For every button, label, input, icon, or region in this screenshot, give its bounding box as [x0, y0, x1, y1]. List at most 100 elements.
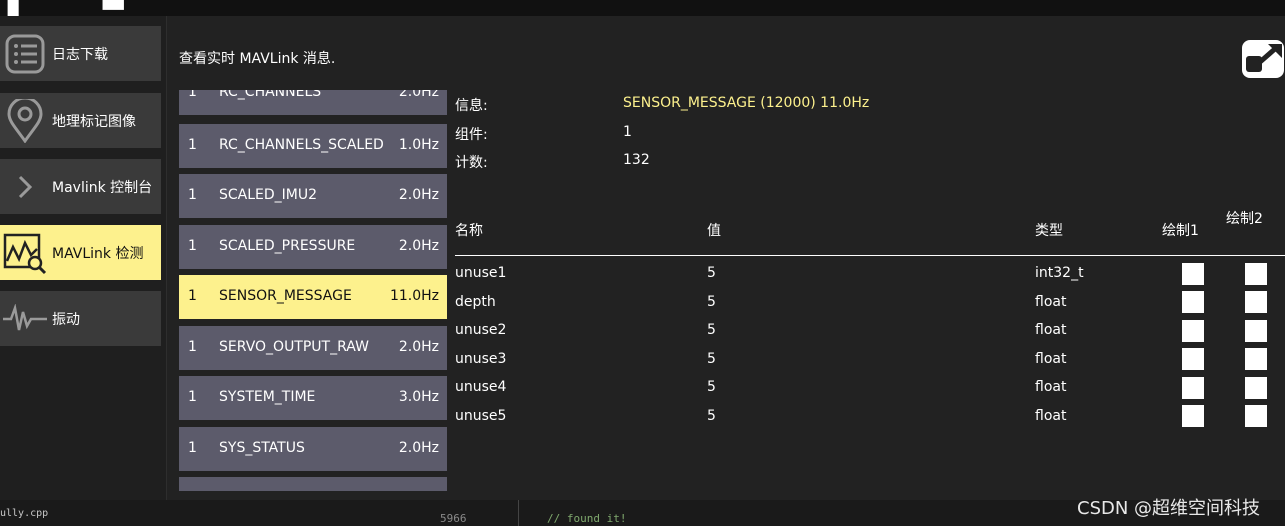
message-rate: 2.0Hz — [398, 238, 439, 254]
sidebar-item-log-download[interactable]: 日志下载 — [0, 26, 161, 81]
sidebar-item-label: Mavlink 控制台 — [52, 179, 153, 196]
map-pin-icon — [2, 98, 48, 144]
field-value: 5 — [707, 379, 716, 395]
column-header-plot2: 绘制2 — [1226, 211, 1263, 227]
message-item[interactable]: 1 RC_CHANNELS 2.0Hz — [179, 90, 447, 115]
plot2-checkbox[interactable] — [1245, 320, 1267, 342]
field-value: 5 — [707, 265, 716, 281]
plot1-checkbox[interactable] — [1182, 263, 1204, 285]
field-name: unuse1 — [455, 265, 507, 281]
watermark: CSDN @超维空间科技 — [1077, 498, 1261, 519]
message-name: SCALED_PRESSURE — [219, 238, 356, 254]
sidebar-item-label: MAVLink 检测 — [52, 245, 144, 262]
message-component: 1 — [188, 137, 197, 153]
field-type: float — [1035, 294, 1067, 310]
message-component: 1 — [188, 238, 197, 254]
column-header-value: 值 — [707, 223, 721, 239]
message-item[interactable]: 1 SCALED_IMU2 2.0Hz — [179, 174, 447, 218]
message-item[interactable]: 1 SYSTEM_TIME 3.0Hz — [179, 376, 447, 420]
message-name: SENSOR_MESSAGE — [219, 288, 352, 304]
message-item[interactable]: 1 SCALED_PRESSURE 2.0Hz — [179, 225, 447, 269]
column-header-plot1: 绘制1 — [1162, 223, 1199, 239]
plot2-checkbox[interactable] — [1245, 348, 1267, 370]
message-rate: 1.0Hz — [398, 137, 439, 153]
popout-icon — [1246, 44, 1282, 72]
popout-button[interactable] — [1242, 40, 1284, 78]
sidebar: 日志下载 地理标记图像 Mavlink 控制台 MAVLink 检测 振动 — [0, 16, 167, 500]
message-component: 1 — [188, 288, 197, 304]
field-type: int32_t — [1035, 265, 1084, 281]
editor-code-comment: // found it! — [547, 512, 627, 525]
field-type: float — [1035, 351, 1067, 367]
field-value: 5 — [707, 408, 716, 424]
component-label: 组件: — [455, 127, 488, 143]
message-component: 1 — [188, 440, 197, 456]
message-rate: 3.0Hz — [398, 389, 439, 405]
message-name: SYSTEM_TIME — [219, 389, 316, 405]
top-strip: ▌ ▬ — [0, 0, 1285, 19]
plot2-checkbox[interactable] — [1245, 263, 1267, 285]
info-label: 信息: — [455, 98, 488, 114]
message-name: SERVO_OUTPUT_RAW — [219, 339, 369, 355]
plot1-checkbox[interactable] — [1182, 348, 1204, 370]
component-value: 1 — [623, 124, 632, 140]
sidebar-item-label: 日志下载 — [52, 46, 108, 63]
message-component: 1 — [188, 90, 197, 100]
sidebar-item-label: 地理标记图像 — [52, 113, 136, 130]
field-value: 5 — [707, 351, 716, 367]
message-name: SYS_STATUS — [219, 440, 305, 456]
sidebar-item-label: 振动 — [52, 311, 80, 328]
message-rate: 2.0Hz — [398, 339, 439, 355]
plot1-checkbox[interactable] — [1182, 291, 1204, 313]
field-name: unuse2 — [455, 322, 507, 338]
message-item[interactable]: 1 RC_CHANNELS_SCALED 1.0Hz — [179, 124, 447, 168]
message-name: SCALED_IMU2 — [219, 187, 318, 203]
chevron-right-icon — [2, 164, 48, 210]
count-label: 计数: — [455, 155, 488, 171]
plot2-checkbox[interactable] — [1245, 291, 1267, 313]
page-description: 查看实时 MAVLink 消息. — [179, 51, 336, 67]
field-value: 5 — [707, 294, 716, 310]
editor-gutter-divider — [518, 500, 519, 526]
message-component: 1 — [188, 187, 197, 203]
header-divider — [455, 255, 1285, 256]
sidebar-item-vibration[interactable]: 振动 — [0, 291, 161, 346]
message-rate: 2.0Hz — [398, 187, 439, 203]
message-name: RC_CHANNELS_SCALED — [219, 137, 384, 153]
plot1-checkbox[interactable] — [1182, 405, 1204, 427]
plot1-checkbox[interactable] — [1182, 320, 1204, 342]
column-header-type: 类型 — [1035, 223, 1063, 239]
plot1-checkbox[interactable] — [1182, 377, 1204, 399]
message-list[interactable]: 1 RC_CHANNELS 2.0Hz 1 RC_CHANNELS_SCALED… — [179, 90, 447, 491]
message-component: 1 — [188, 339, 197, 355]
info-value: SENSOR_MESSAGE (12000) 11.0Hz — [623, 95, 870, 111]
field-name: unuse5 — [455, 408, 507, 424]
waveform-icon — [2, 296, 48, 342]
sidebar-item-mavlink-console[interactable]: Mavlink 控制台 — [0, 159, 161, 214]
message-item[interactable]: 1 SERVO_OUTPUT_RAW 2.0Hz — [179, 326, 447, 370]
editor-filename[interactable]: ully.cpp — [0, 508, 48, 519]
message-rate: 2.0Hz — [398, 440, 439, 456]
field-value: 5 — [707, 322, 716, 338]
field-name: unuse3 — [455, 351, 507, 367]
plot2-checkbox[interactable] — [1245, 377, 1267, 399]
message-item[interactable]: 1 SYS_STATUS 2.0Hz — [179, 427, 447, 471]
message-item-partial[interactable] — [179, 477, 447, 491]
message-component: 1 — [188, 389, 197, 405]
field-type: float — [1035, 379, 1067, 395]
count-value: 132 — [623, 152, 650, 168]
list-icon — [2, 31, 48, 77]
column-header-name: 名称 — [455, 223, 483, 239]
field-name: unuse4 — [455, 379, 507, 395]
field-name: depth — [455, 294, 496, 310]
message-rate: 2.0Hz — [398, 90, 439, 100]
field-type: float — [1035, 322, 1067, 338]
message-item-selected[interactable]: 1 SENSOR_MESSAGE 11.0Hz — [179, 275, 447, 319]
sidebar-item-mavlink-inspector[interactable]: MAVLink 检测 — [0, 225, 161, 280]
sidebar-item-geotag-images[interactable]: 地理标记图像 — [0, 93, 161, 148]
chart-search-icon — [2, 230, 48, 276]
message-name: RC_CHANNELS — [219, 90, 322, 100]
editor-line-number: 5966 — [440, 512, 467, 525]
plot2-checkbox[interactable] — [1245, 405, 1267, 427]
message-rate: 11.0Hz — [389, 288, 439, 304]
